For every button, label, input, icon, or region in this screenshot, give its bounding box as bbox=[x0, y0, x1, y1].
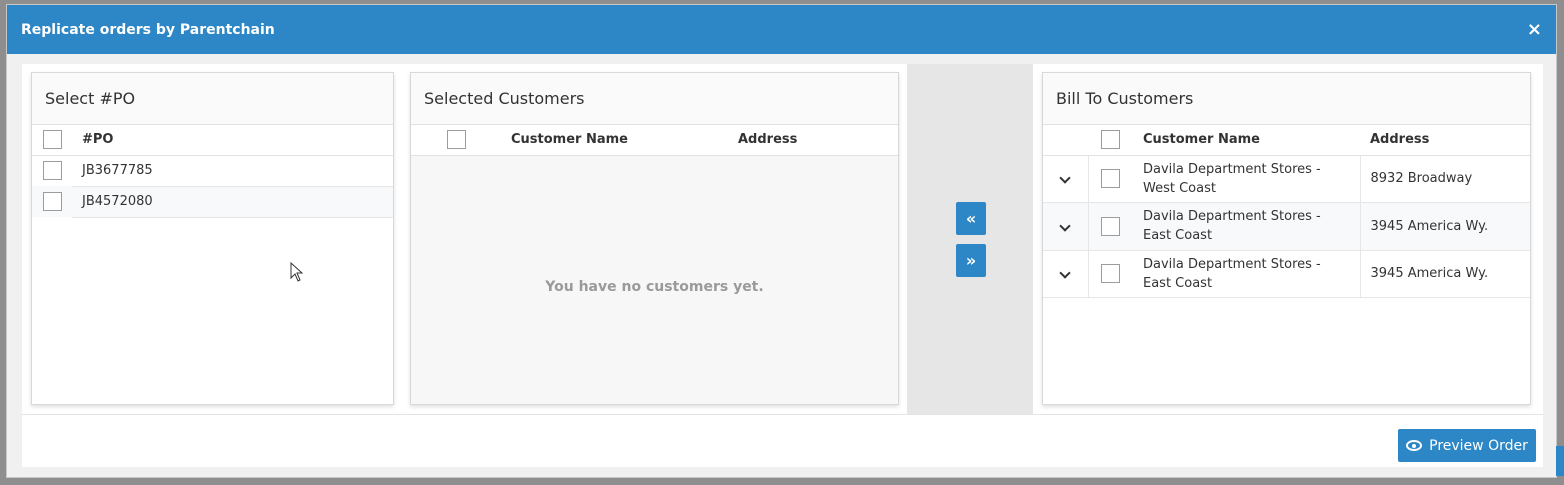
preview-order-label: Preview Order bbox=[1429, 437, 1528, 454]
selected-customers-panel: Selected Customers Customer Name Address… bbox=[410, 72, 899, 405]
close-icon[interactable]: × bbox=[1527, 20, 1542, 39]
address-header: Address bbox=[728, 125, 898, 156]
selected-customers-title: Selected Customers bbox=[411, 73, 898, 125]
mouse-cursor-icon bbox=[290, 262, 304, 282]
customer-name-header: Customer Name bbox=[501, 125, 728, 156]
customer-name: Davila Department Stores - East Coast bbox=[1133, 202, 1361, 251]
empty-message: You have no customers yet. bbox=[545, 279, 764, 295]
bill-to-table: Customer Name Address Davila Department … bbox=[1043, 125, 1530, 298]
selected-customers-table: Customer Name Address bbox=[411, 125, 898, 156]
transfer-column: « » bbox=[907, 64, 1033, 414]
select-all-bill-checkbox[interactable] bbox=[1101, 130, 1120, 150]
eye-icon bbox=[1406, 440, 1423, 451]
select-all-selected-checkbox[interactable] bbox=[446, 130, 466, 150]
po-panel-title: Select #PO bbox=[32, 73, 393, 125]
customer-name: Davila Department Stores - West Coast bbox=[1133, 155, 1361, 203]
chevron-down-icon[interactable] bbox=[1059, 172, 1071, 184]
address-header: Address bbox=[1360, 125, 1530, 156]
po-panel: Select #PO #PO JB3677785 JB4572080 bbox=[31, 72, 394, 405]
bill-to-panel: Bill To Customers Customer Name Address … bbox=[1042, 72, 1531, 405]
modal-footer: Preview Order bbox=[22, 414, 1543, 467]
bill-row-checkbox[interactable] bbox=[1101, 216, 1121, 236]
table-row[interactable]: Davila Department Stores - West Coast 89… bbox=[1043, 155, 1530, 203]
replicate-orders-modal: Replicate orders by Parentchain × Select… bbox=[6, 4, 1557, 478]
po-number: JB4572080 bbox=[72, 186, 393, 218]
preview-order-button[interactable]: Preview Order bbox=[1398, 429, 1536, 462]
table-row[interactable]: JB4572080 bbox=[32, 186, 393, 218]
customer-address: 8932 Broadway bbox=[1360, 155, 1530, 203]
select-all-po-checkbox[interactable] bbox=[42, 130, 62, 150]
background-edge-button bbox=[1556, 446, 1564, 476]
modal-header: Replicate orders by Parentchain × bbox=[7, 5, 1556, 54]
po-column-header: #PO bbox=[72, 125, 393, 156]
move-left-button[interactable]: « bbox=[956, 202, 986, 235]
move-right-button[interactable]: » bbox=[956, 244, 986, 277]
customer-name-header: Customer Name bbox=[1133, 125, 1360, 156]
table-row[interactable]: Davila Department Stores - East Coast 39… bbox=[1043, 202, 1530, 251]
po-number: JB3677785 bbox=[72, 155, 393, 187]
po-table: #PO JB3677785 JB4572080 bbox=[32, 125, 393, 218]
bill-row-checkbox[interactable] bbox=[1101, 169, 1121, 188]
bill-row-checkbox[interactable] bbox=[1101, 264, 1121, 283]
customer-address: 3945 America Wy. bbox=[1360, 202, 1530, 251]
po-row-checkbox[interactable] bbox=[42, 161, 62, 181]
po-row-checkbox[interactable] bbox=[42, 192, 62, 211]
bill-to-title: Bill To Customers bbox=[1043, 73, 1530, 125]
modal-title: Replicate orders by Parentchain bbox=[21, 21, 275, 38]
modal-body: Select #PO #PO JB3677785 JB4572080 Selec… bbox=[22, 64, 1543, 414]
table-row[interactable]: JB3677785 bbox=[32, 155, 393, 187]
chevron-down-icon[interactable] bbox=[1059, 219, 1071, 232]
chevron-down-icon[interactable] bbox=[1059, 267, 1071, 279]
table-row[interactable]: Davila Department Stores - East Coast 39… bbox=[1043, 250, 1530, 298]
customer-address: 3945 America Wy. bbox=[1360, 250, 1530, 298]
customer-name: Davila Department Stores - East Coast bbox=[1133, 250, 1361, 298]
